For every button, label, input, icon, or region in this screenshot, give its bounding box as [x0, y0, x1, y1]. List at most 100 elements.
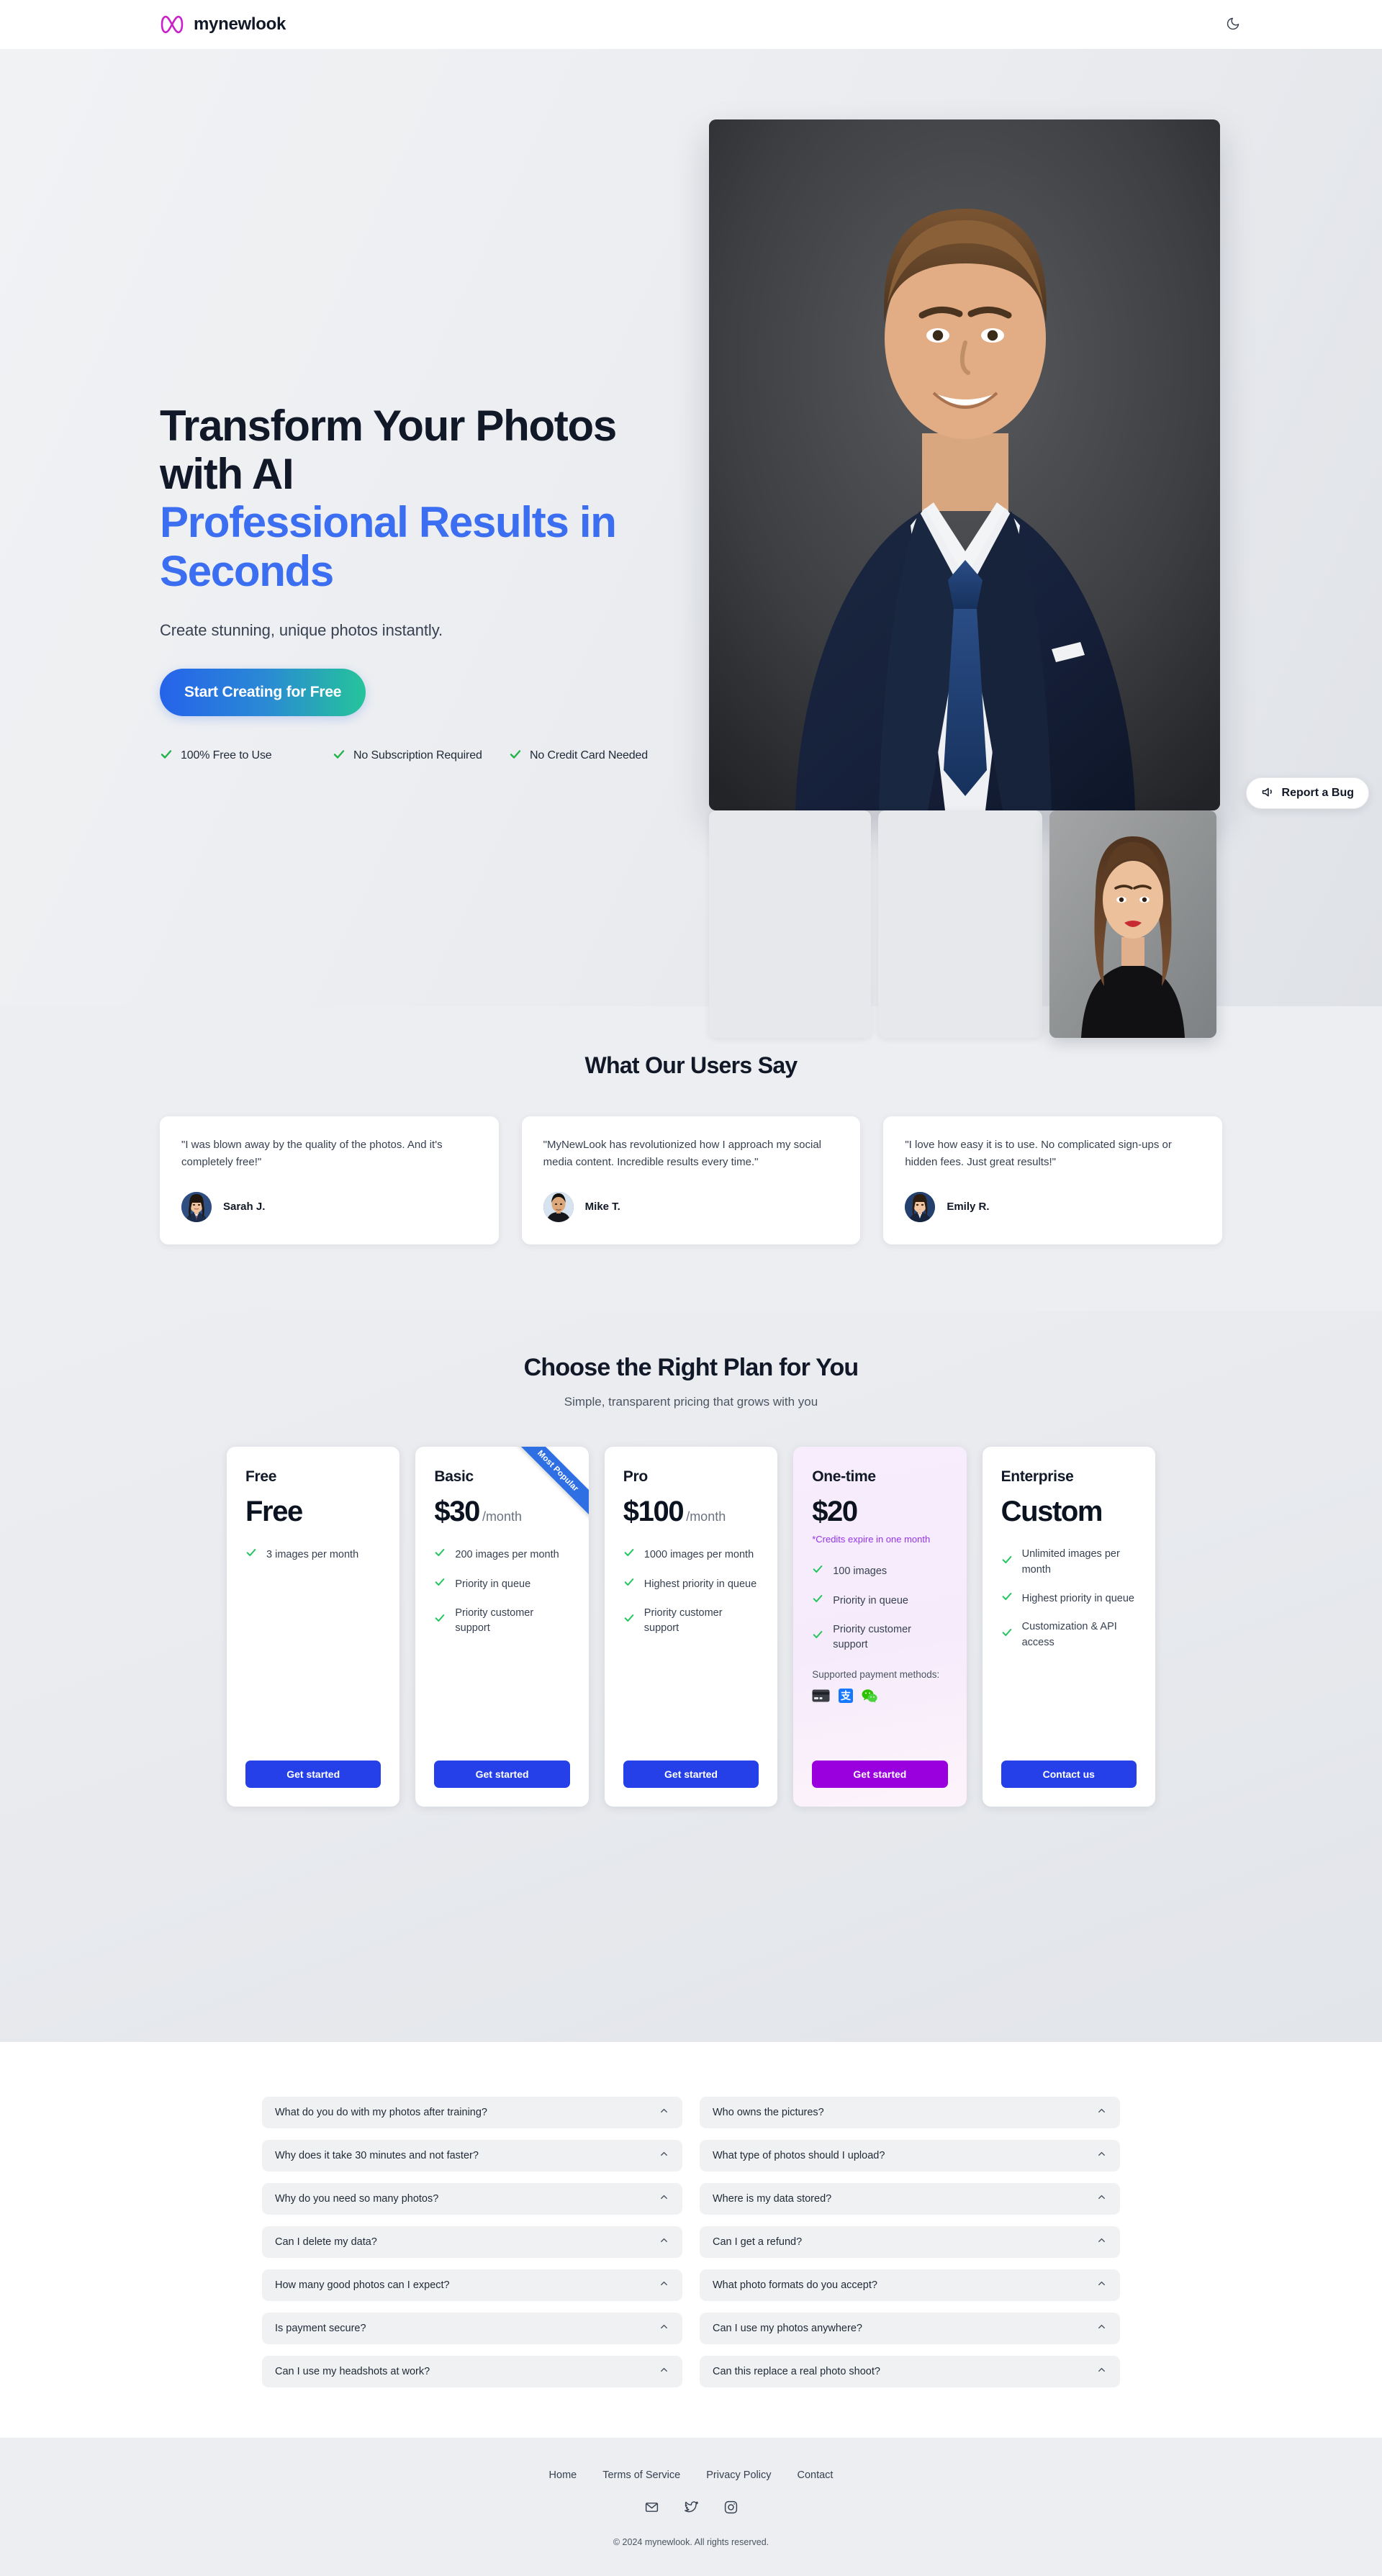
chevron-up-icon[interactable]	[659, 2321, 669, 2336]
megaphone-icon	[1261, 785, 1275, 803]
chevron-up-icon[interactable]	[1096, 2148, 1107, 2163]
faq-item[interactable]: Can I use my photos anywhere?	[700, 2313, 1120, 2344]
check-icon	[509, 748, 522, 764]
faq-item[interactable]: How many good photos can I expect?	[262, 2269, 682, 2301]
faq-question: Can I delete my data?	[275, 2236, 377, 2248]
testimonial-quote: "I was blown away by the quality of the …	[181, 1139, 443, 1169]
testimonial-name: Emily R.	[947, 1201, 990, 1214]
faq-item[interactable]: What photo formats do you accept?	[700, 2269, 1120, 2301]
pricing-card-one-time: One-time $20 *Credits expire in one mont…	[793, 1447, 967, 1807]
testimonial-card: "I was blown away by the quality of the …	[160, 1116, 499, 1244]
footer-link-home[interactable]: Home	[549, 2469, 577, 2481]
chevron-up-icon[interactable]	[1096, 2278, 1107, 2292]
plan-price: $20	[812, 1496, 858, 1527]
plan-feature: Priority in queue	[812, 1593, 947, 1610]
check-icon	[623, 1612, 635, 1630]
check-icon	[434, 1547, 446, 1564]
get-started-button[interactable]: Get started	[812, 1761, 948, 1788]
pricing-section: Choose the Right Plan for You Simple, tr…	[0, 1311, 1382, 2042]
chevron-up-icon[interactable]	[659, 2235, 669, 2249]
plan-feature: 3 images per month	[245, 1547, 381, 1564]
testimonial-quote: "I love how easy it is to use. No compli…	[905, 1139, 1172, 1169]
pricing-card-free: Free Free 3 images per month Get started	[227, 1447, 400, 1807]
footer-link-privacy[interactable]: Privacy Policy	[706, 2469, 771, 2481]
hero-subtitle: Create stunning, unique photos instantly…	[160, 620, 443, 639]
chevron-up-icon[interactable]	[1096, 2235, 1107, 2249]
faq-question: Can this replace a real photo shoot?	[713, 2366, 880, 2377]
faq-item[interactable]: Can I get a refund?	[700, 2226, 1120, 2258]
hero-title-accent: Professional Results in Seconds	[160, 498, 617, 595]
report-a-bug-button[interactable]: Report a Bug	[1245, 777, 1369, 809]
get-started-button[interactable]: Get started	[434, 1761, 570, 1788]
moon-icon	[1226, 17, 1240, 33]
check-icon	[623, 1547, 635, 1564]
landing-page: mynewlook Transform Your Photos with AI …	[0, 0, 1382, 2576]
twitter-icon[interactable]	[684, 2500, 699, 2518]
plan-price-row: $100 /month	[623, 1496, 759, 1528]
contact-us-button[interactable]: Contact us	[1001, 1761, 1137, 1788]
faq-item[interactable]: Can I delete my data?	[262, 2226, 682, 2258]
credit-card-icon	[812, 1689, 830, 1706]
get-started-button[interactable]: Get started	[245, 1761, 381, 1788]
testimonial-card: "I love how easy it is to use. No compli…	[883, 1116, 1222, 1244]
check-icon	[812, 1563, 823, 1581]
faq-item[interactable]: Is payment secure?	[262, 2313, 682, 2344]
pricing-card-pro: Pro $100 /month 1000 images per month Hi…	[604, 1447, 778, 1807]
pricing-card-basic: Most Popular Basic $30 /month 200 images…	[415, 1447, 589, 1807]
faq-item[interactable]: Can I use my headshots at work?	[262, 2356, 682, 2387]
instagram-icon[interactable]	[723, 2500, 739, 2518]
avatar	[181, 1191, 212, 1222]
chevron-up-icon[interactable]	[659, 2148, 669, 2163]
faq-question: Where is my data stored?	[713, 2193, 832, 2205]
email-icon[interactable]	[644, 2500, 659, 2518]
faq-item[interactable]: Who owns the pictures?	[700, 2097, 1120, 2128]
chevron-up-icon[interactable]	[1096, 2321, 1107, 2336]
check-icon	[812, 1593, 823, 1610]
hero-title-line2: with AI	[160, 450, 294, 499]
chevron-up-icon[interactable]	[1096, 2192, 1107, 2206]
faq-item[interactable]: What do you do with my photos after trai…	[262, 2097, 682, 2128]
faq-item[interactable]: Why does it take 30 minutes and not fast…	[262, 2140, 682, 2171]
footer-link-terms[interactable]: Terms of Service	[602, 2469, 680, 2481]
footer-links: Home Terms of Service Privacy Policy Con…	[0, 2469, 1382, 2481]
chevron-up-icon[interactable]	[1096, 2364, 1107, 2379]
faq-item[interactable]: Where is my data stored?	[700, 2183, 1120, 2215]
hero-feature-item: No Subscription Required	[333, 748, 509, 764]
brand-logo-link[interactable]: mynewlook	[160, 14, 286, 35]
plan-feature: Priority customer support	[812, 1622, 947, 1654]
faq-question: Who owns the pictures?	[713, 2107, 824, 2118]
plan-feature: 100 images	[812, 1563, 947, 1581]
start-creating-button[interactable]: Start Creating for Free	[160, 668, 366, 716]
hero-feature-item: No Credit Card Needed	[509, 748, 648, 764]
chevron-up-icon[interactable]	[1096, 2105, 1107, 2120]
faq-item[interactable]: Can this replace a real photo shoot?	[700, 2356, 1120, 2387]
chevron-up-icon[interactable]	[659, 2192, 669, 2206]
hero-feature-label: No Credit Card Needed	[530, 749, 649, 762]
supported-payments-label: Supported payment methods:	[812, 1669, 940, 1680]
plan-name: Enterprise	[1001, 1468, 1074, 1485]
hero-title-line1: Transform Your Photos	[160, 402, 617, 450]
plan-feature: Highest priority in queue	[623, 1576, 759, 1594]
plan-price: $30	[434, 1496, 480, 1527]
check-icon	[1001, 1554, 1013, 1571]
testimonials-title: What Our Users Say	[584, 1052, 798, 1078]
site-header: mynewlook	[0, 0, 1382, 49]
plan-feature-label: Customization & API access	[1021, 1621, 1117, 1648]
infinity-icon	[160, 15, 184, 34]
hero-thumbnail-row	[709, 810, 1216, 1038]
faq-question: Can I get a refund?	[713, 2236, 803, 2248]
faq-question: Can I use my headshots at work?	[275, 2366, 430, 2377]
chevron-up-icon[interactable]	[659, 2278, 669, 2292]
faq-question: What photo formats do you accept?	[713, 2279, 877, 2291]
theme-toggle-button[interactable]	[1221, 12, 1245, 37]
wechat-pay-icon	[862, 1689, 877, 1707]
pricing-card-enterprise: Enterprise Custom Unlimited images per m…	[982, 1447, 1155, 1807]
get-started-button[interactable]: Get started	[623, 1761, 759, 1788]
plan-feature: Unlimited images per month	[1001, 1547, 1137, 1578]
chevron-up-icon[interactable]	[659, 2105, 669, 2120]
chevron-up-icon[interactable]	[659, 2364, 669, 2379]
faq-item[interactable]: What type of photos should I upload?	[700, 2140, 1120, 2171]
faq-item[interactable]: Why do you need so many photos?	[262, 2183, 682, 2215]
plan-feature-label: 100 images	[833, 1565, 888, 1577]
footer-link-contact[interactable]: Contact	[797, 2469, 833, 2481]
